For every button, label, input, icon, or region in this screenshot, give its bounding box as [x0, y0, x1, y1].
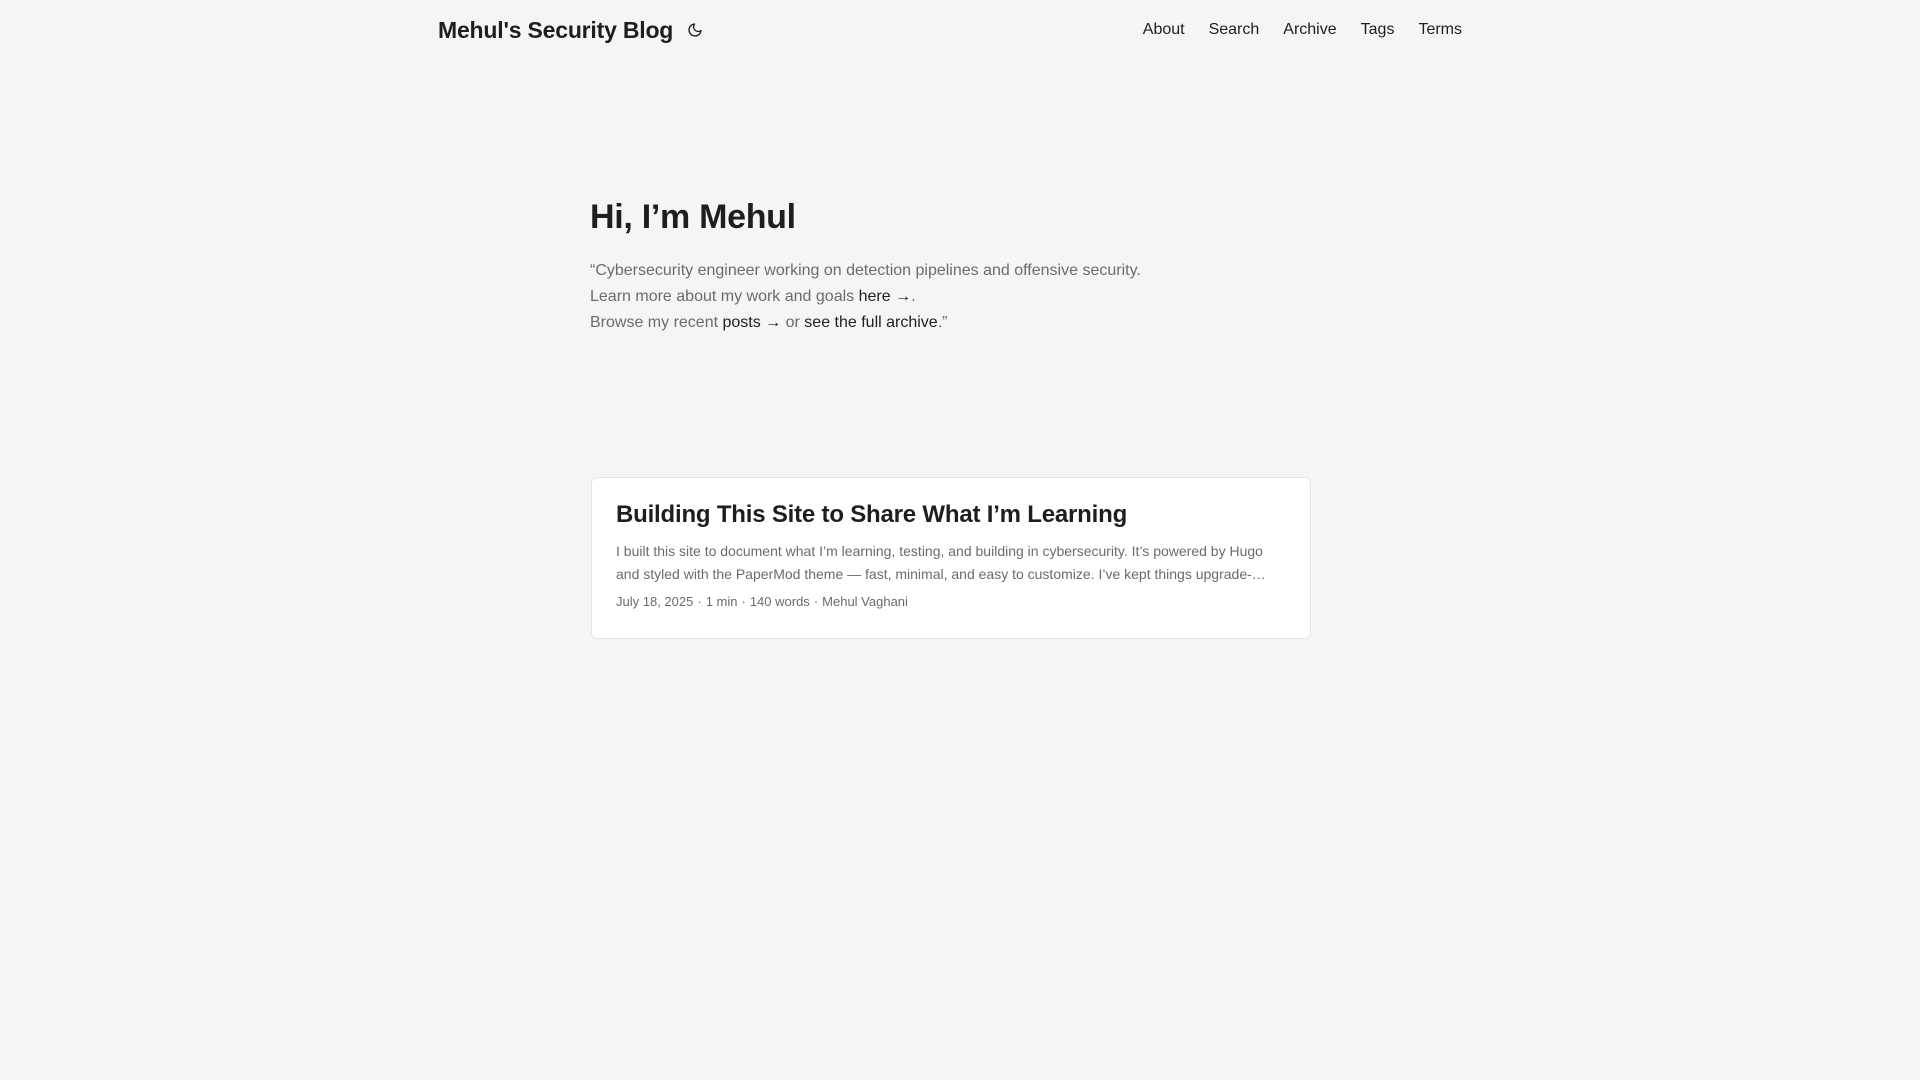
site-header: Mehul's Security Blog About Search Archi… [438, 0, 1462, 60]
intro-text: “Cybersecurity engineer working on detec… [590, 258, 1310, 336]
intro-line-2-prefix: Learn more about my work and goals [590, 288, 859, 305]
post-author: Mehul Vaghani [822, 594, 908, 609]
post-entry-card[interactable]: Building This Site to Share What I’m Lea… [591, 477, 1311, 639]
intro-title: Hi, I’m Mehul [590, 198, 796, 236]
post-title[interactable]: Building This Site to Share What I’m Lea… [616, 500, 1286, 530]
nav-search[interactable]: Search [1209, 21, 1260, 39]
post-summary: I built this site to document what I’m l… [616, 543, 1263, 582]
post-word-count: 140 words [749, 594, 810, 609]
site-title-link[interactable]: Mehul's Security Blog [438, 17, 673, 44]
main-nav: About Search Archive Tags Terms [1143, 21, 1462, 39]
intro-line-3: Browse my recent posts → or see the full… [590, 310, 1310, 336]
intro-line-3-prefix: Browse my recent [590, 314, 723, 331]
meta-separator: · [697, 594, 702, 609]
post-date: July 18, 2025 [616, 594, 694, 609]
nav-tags[interactable]: Tags [1361, 21, 1395, 39]
intro-line-2-suffix: . [911, 288, 916, 305]
about-here-link[interactable]: here → [859, 288, 911, 305]
moon-icon[interactable] [685, 20, 705, 40]
intro-line-2: Learn more about my work and goals here … [590, 284, 1310, 310]
post-meta: July 18, 2025 · 1 min · 140 words · Mehul Vagh… [616, 592, 1286, 612]
intro-line-1: “Cybersecurity engineer working on detec… [590, 258, 1310, 284]
meta-separator: · [813, 594, 819, 609]
nav-about[interactable]: About [1143, 21, 1185, 39]
brand: Mehul's Security Blog [438, 17, 705, 44]
intro-line-3-suffix: .” [937, 314, 948, 331]
nav-terms[interactable]: Terms [1418, 21, 1462, 39]
intro-tagline: “Cybersecurity engineer working on detec… [590, 262, 1141, 279]
posts-link[interactable]: posts → [722, 314, 781, 331]
intro-line-3-mid: or [781, 314, 805, 331]
meta-separator: · [741, 594, 746, 609]
full-archive-link[interactable]: see the full archive [804, 314, 937, 331]
nav-archive[interactable]: Archive [1283, 21, 1336, 39]
post-reading-time: 1 min [705, 594, 738, 609]
home-intro: Hi, I’m Mehul “Cybersecurity engineer wo… [590, 196, 1310, 336]
